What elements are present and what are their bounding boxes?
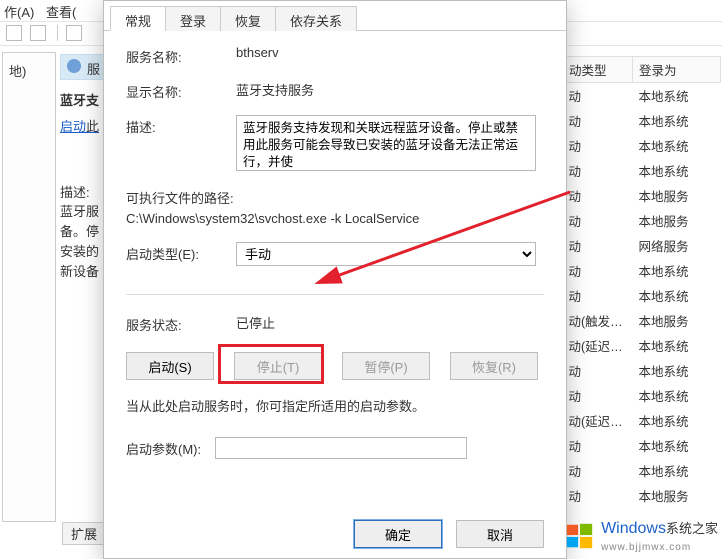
watermark: Windows系统之家 www.bjjmwx.com [565, 518, 718, 553]
value-exe-path: C:\Windows\system32\svchost.exe -k Local… [126, 211, 544, 226]
table-row[interactable]: 动本地系统 [563, 108, 721, 133]
table-row[interactable]: 动本地系统 [563, 158, 721, 183]
tab-logon[interactable]: 登录 [165, 6, 221, 31]
value-service-status: 已停止 [236, 313, 275, 334]
label-service-status: 服务状态: [126, 313, 236, 334]
start-button[interactable]: 启动(S) [126, 352, 214, 380]
description-textbox[interactable]: 蓝牙服务支持发现和关联远程蓝牙设备。停止或禁用此服务可能会导致已安装的蓝牙设备无… [236, 115, 536, 171]
tree-panel: 地) [2, 52, 56, 522]
tab-general[interactable]: 常规 [110, 6, 166, 31]
toolbar-button-3[interactable] [66, 25, 82, 41]
tree-node-local[interactable]: 地) [9, 61, 26, 80]
table-row[interactable]: 动网络服务 [563, 233, 721, 258]
separator [126, 294, 544, 295]
table-row[interactable]: 动本地系统 [563, 433, 721, 458]
service-properties-dialog: 常规 登录 恢复 依存关系 服务名称: bthserv 显示名称: 蓝牙支持服务… [103, 0, 567, 559]
table-row[interactable]: 动本地系统 [563, 383, 721, 408]
tab-strip: 常规 登录 恢复 依存关系 [104, 1, 566, 31]
table-row[interactable]: 动(延迟…本地系统 [563, 333, 721, 358]
stop-button: 停止(T) [234, 352, 322, 380]
startup-note: 当从此处启动服务时，你可指定所适用的启动参数。 [126, 396, 544, 415]
table-row[interactable]: 动本地系统 [563, 258, 721, 283]
service-title: 蓝牙支 [60, 90, 99, 109]
start-params-input[interactable] [215, 437, 467, 459]
tab-deps[interactable]: 依存关系 [275, 6, 357, 31]
resume-button: 恢复(R) [450, 352, 538, 380]
toolbar-button-2[interactable] [30, 25, 46, 41]
cancel-button[interactable]: 取消 [456, 520, 544, 548]
panel-header-text: 服 [87, 59, 100, 78]
table-row[interactable]: 动本地系统 [563, 283, 721, 308]
start-service-link[interactable]: 启动此 [60, 116, 99, 135]
table-row[interactable]: 动本地服务 [563, 183, 721, 208]
label-description: 描述: [126, 115, 236, 136]
desc-header: 描述: [60, 182, 90, 201]
toolbar-button-1[interactable] [6, 25, 22, 41]
label-startup-type: 启动类型(E): [126, 242, 236, 263]
menu-action[interactable]: 作(A) [4, 5, 34, 20]
col-startup-type[interactable]: 动类型 [563, 57, 633, 83]
extend-tab[interactable]: 扩展 [62, 522, 106, 545]
desc-body: 蓝牙服 备。停 安装的 新设备 [60, 202, 99, 282]
pause-button: 暂停(P) [342, 352, 430, 380]
table-row[interactable]: 动本地服务 [563, 483, 721, 508]
table-row[interactable]: 动本地系统 [563, 458, 721, 483]
table-row[interactable]: 动本地系统 [563, 83, 721, 109]
startup-type-select[interactable]: 手动 [236, 242, 536, 266]
label-exe-path: 可执行文件的路径: [126, 188, 544, 207]
table-row[interactable]: 动本地系统 [563, 133, 721, 158]
table-row[interactable]: 动(延迟…本地系统 [563, 408, 721, 433]
label-display-name: 显示名称: [126, 80, 236, 101]
table-row[interactable]: 动本地服务 [563, 208, 721, 233]
windows-logo-icon [565, 521, 595, 551]
services-table-fragment: 动类型 登录为 动本地系统动本地系统动本地系统动本地系统动本地服务动本地服务动网… [561, 56, 721, 518]
value-service-name: bthserv [236, 45, 544, 60]
tab-recovery[interactable]: 恢复 [220, 6, 276, 31]
panel-header-button[interactable]: 服 [60, 54, 104, 80]
table-row[interactable]: 动本地系统 [563, 358, 721, 383]
ok-button[interactable]: 确定 [354, 520, 442, 548]
value-display-name: 蓝牙支持服务 [236, 80, 544, 99]
table-row[interactable]: 动(触发…本地服务 [563, 308, 721, 333]
menu-view[interactable]: 查看( [46, 5, 76, 20]
col-logon-as[interactable]: 登录为 [633, 57, 721, 83]
label-service-name: 服务名称: [126, 45, 236, 66]
label-start-params: 启动参数(M): [126, 439, 201, 458]
